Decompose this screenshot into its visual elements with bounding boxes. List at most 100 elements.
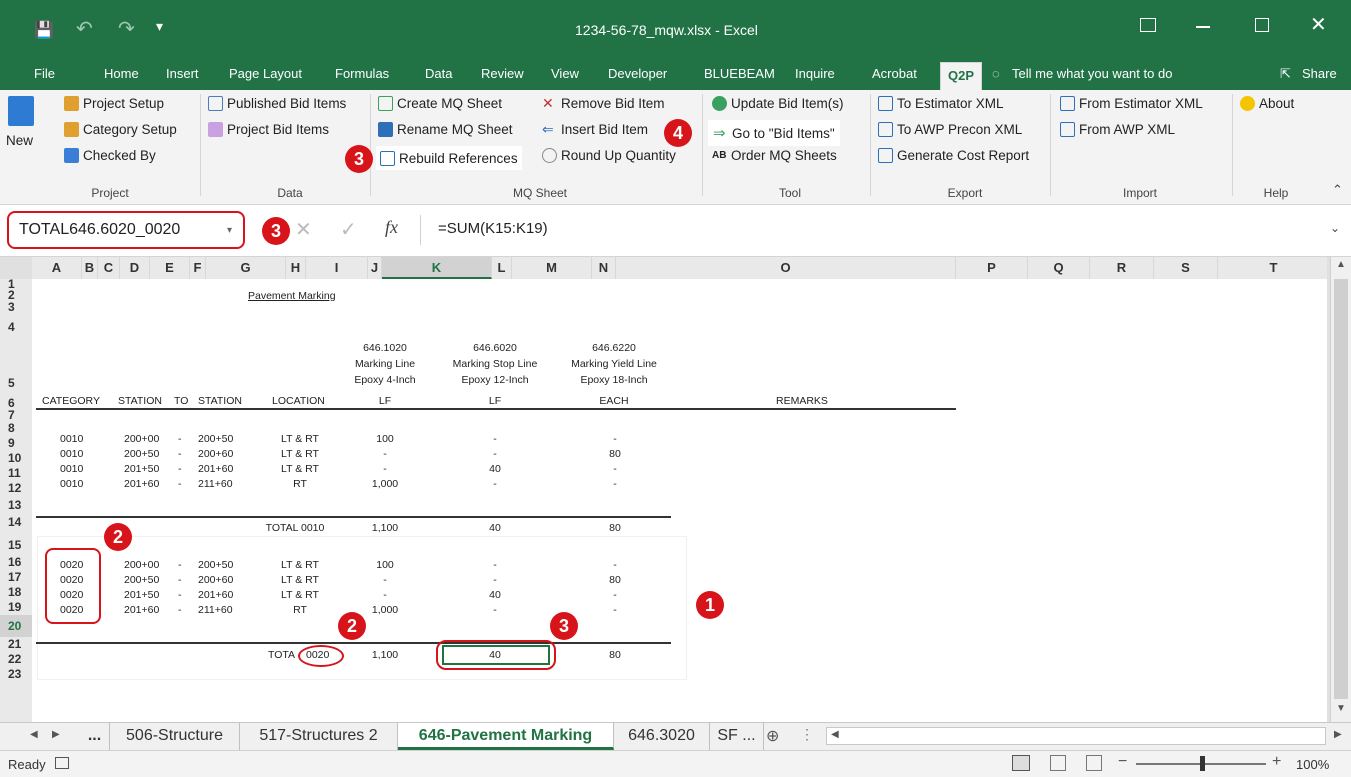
col-header-m[interactable]: M [512, 257, 592, 279]
to-awp-precon-xml-button[interactable]: To AWP Precon XML [878, 122, 1022, 137]
row-header[interactable]: 15 [0, 530, 32, 555]
row-header[interactable]: 5 [0, 341, 32, 397]
project-bid-items-button[interactable]: Project Bid Items [208, 122, 329, 137]
rename-mq-sheet-button[interactable]: Rename MQ Sheet [378, 122, 513, 137]
row-header[interactable]: 17 [0, 570, 32, 585]
close-icon[interactable]: ✕ [1310, 12, 1327, 37]
tab-home[interactable]: Home [104, 66, 139, 81]
cell-i[interactable]: - [360, 463, 410, 475]
cell-from[interactable]: 200+00 [124, 559, 159, 571]
scroll-down-icon[interactable]: ▼ [1336, 703, 1346, 714]
cancel-icon[interactable]: ✕ [295, 217, 312, 242]
col-header-t[interactable]: T [1218, 257, 1330, 279]
row-header[interactable]: 4 [0, 313, 32, 341]
cell-to[interactable]: 211+60 [198, 604, 233, 616]
enter-icon[interactable]: ✓ [340, 217, 357, 242]
col-header-q[interactable]: Q [1028, 257, 1090, 279]
ribbon-display-icon[interactable] [1140, 18, 1156, 32]
cell-k[interactable]: - [470, 433, 520, 445]
cell-from[interactable]: 201+50 [124, 463, 159, 475]
cell-k[interactable]: 40 [470, 463, 520, 475]
cell-to[interactable]: 200+60 [198, 448, 233, 460]
formula-input[interactable]: =SUM(K15:K19) [438, 220, 548, 237]
total-i[interactable]: 1,100 [360, 649, 410, 661]
cell-category[interactable]: 0010 [60, 478, 83, 490]
cell-category[interactable]: 0010 [60, 433, 83, 445]
tab-formulas[interactable]: Formulas [335, 66, 389, 81]
row-header[interactable]: 12 [0, 481, 32, 496]
cell-k[interactable]: - [470, 604, 520, 616]
cell-i[interactable]: 1,000 [360, 604, 410, 616]
select-all-corner[interactable] [0, 257, 32, 279]
row-header[interactable]: 2 [0, 289, 32, 301]
col-header-n[interactable]: N [592, 257, 616, 279]
cell-k[interactable]: 40 [470, 589, 520, 601]
row-header[interactable]: 6 [0, 397, 32, 409]
cell-location[interactable]: LT & RT [260, 589, 340, 601]
cell-m[interactable]: - [590, 463, 640, 475]
row-header-active[interactable]: 20 [0, 615, 32, 637]
worksheet-grid[interactable]: A B C D E F G H I J K L M N O P Q R S T … [0, 257, 1330, 722]
tab-inquire[interactable]: Inquire [795, 66, 835, 81]
order-mq-sheets-button[interactable]: AB Order MQ Sheets [712, 148, 837, 163]
normal-view-icon[interactable] [1012, 755, 1030, 771]
name-box[interactable]: TOTAL646.6020_0020 ▾ [7, 211, 245, 249]
cell-location[interactable]: LT & RT [260, 559, 340, 571]
cell-k[interactable]: - [470, 478, 520, 490]
total-i[interactable]: 1,100 [360, 522, 410, 534]
row-header[interactable]: 1 [0, 278, 32, 290]
cell-i[interactable]: 100 [360, 559, 410, 571]
col-header-h[interactable]: H [286, 257, 306, 279]
cell-category[interactable]: 0010 [60, 448, 83, 460]
total-m[interactable]: 80 [590, 522, 640, 534]
row-header[interactable]: 3 [0, 301, 32, 313]
cell-from[interactable]: 200+50 [124, 574, 159, 586]
col-header-s[interactable]: S [1154, 257, 1218, 279]
save-icon[interactable]: 💾 [34, 20, 54, 40]
tab-q2p[interactable]: Q2P [940, 62, 983, 90]
generate-cost-report-button[interactable]: Generate Cost Report [878, 148, 1029, 163]
cell-to[interactable]: 201+60 [198, 463, 233, 475]
cell-m[interactable]: - [590, 433, 640, 445]
cell-m[interactable]: 80 [590, 574, 640, 586]
update-bid-items-button[interactable]: Update Bid Item(s) [712, 96, 844, 111]
share-icon[interactable]: ⇱ [1280, 66, 1291, 82]
col-header-r[interactable]: R [1090, 257, 1154, 279]
row-header[interactable]: 8 [0, 421, 32, 436]
cell-m[interactable]: - [590, 559, 640, 571]
tab-developer[interactable]: Developer [608, 66, 667, 81]
row-header[interactable]: 22 [0, 652, 32, 667]
row-header[interactable]: 13 [0, 496, 32, 515]
row-header[interactable]: 14 [0, 515, 32, 530]
to-estimator-xml-button[interactable]: To Estimator XML [878, 96, 1004, 111]
col-header-g[interactable]: G [206, 257, 286, 279]
create-mq-sheet-button[interactable]: Create MQ Sheet [378, 96, 502, 111]
checked-by-button[interactable]: Checked By [64, 148, 156, 163]
from-awp-xml-button[interactable]: From AWP XML [1060, 122, 1175, 137]
macro-record-icon[interactable] [55, 757, 69, 769]
tab-file[interactable]: File [34, 66, 55, 81]
col-header-b[interactable]: B [82, 257, 98, 279]
function-icon[interactable]: fx [385, 217, 398, 238]
cell-to[interactable]: 200+50 [198, 433, 233, 445]
tab-page-layout[interactable]: Page Layout [229, 66, 302, 81]
redo-icon[interactable]: ↷ [118, 16, 135, 41]
new-project-icon[interactable] [8, 96, 34, 126]
col-header-i[interactable]: I [306, 257, 368, 279]
go-to-bid-items-button[interactable]: ⇒ Go to "Bid Items" [708, 120, 840, 146]
cell-from[interactable]: 201+60 [124, 478, 159, 490]
row-header[interactable]: 7 [0, 409, 32, 421]
chevron-down-icon[interactable]: ▾ [227, 225, 232, 236]
share-button[interactable]: Share [1302, 66, 1337, 81]
row-header[interactable]: 16 [0, 555, 32, 570]
published-bid-items-button[interactable]: Published Bid Items [208, 96, 346, 111]
cell-location[interactable]: LT & RT [260, 574, 340, 586]
cell-location[interactable]: LT & RT [260, 448, 340, 460]
cell-from[interactable]: 200+00 [124, 433, 159, 445]
total-m[interactable]: 80 [590, 649, 640, 661]
tab-bluebeam[interactable]: BLUEBEAM [704, 66, 775, 81]
cell-m[interactable]: - [590, 589, 640, 601]
row-header[interactable]: 23 [0, 667, 32, 682]
category-setup-button[interactable]: Category Setup [64, 122, 177, 137]
sheet-tab-506-structure[interactable]: 506-Structure [110, 723, 240, 750]
